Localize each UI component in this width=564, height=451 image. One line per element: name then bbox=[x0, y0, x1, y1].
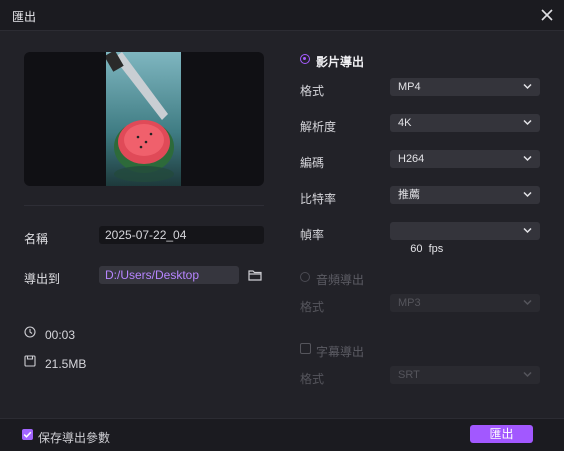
video-format-label: 格式 bbox=[300, 84, 325, 98]
audio-export-label: 音頻導出 bbox=[316, 273, 365, 287]
framerate-value: 60 fps bbox=[410, 243, 444, 255]
resolution-select[interactable]: 4K bbox=[390, 114, 540, 132]
subtitle-export-label: 字幕導出 bbox=[316, 345, 365, 359]
checkbox-checked-icon bbox=[23, 431, 32, 438]
codec-label: 編碼 bbox=[300, 156, 325, 170]
video-format-select[interactable]: MP4 bbox=[390, 78, 540, 96]
audio-format-value: MP3 bbox=[398, 297, 421, 309]
duration-value: 00:03 bbox=[45, 328, 76, 342]
subtitle-format-select[interactable]: SRT bbox=[390, 366, 540, 384]
save-params-checkbox[interactable] bbox=[22, 429, 33, 440]
dialog-title: 匯出 bbox=[12, 10, 37, 24]
close-icon bbox=[541, 9, 553, 21]
video-format-value: MP4 bbox=[398, 81, 421, 93]
resolution-value: 4K bbox=[398, 117, 412, 129]
file-size-icon bbox=[24, 355, 36, 367]
chevron-down-icon bbox=[523, 299, 532, 306]
title-bar: 匯出 bbox=[0, 0, 564, 31]
audio-export-radio[interactable] bbox=[300, 272, 310, 282]
codec-value: H264 bbox=[398, 153, 425, 165]
codec-select[interactable]: H264 bbox=[390, 150, 540, 168]
save-params-label: 保存導出參數 bbox=[38, 431, 111, 445]
framerate-select[interactable]: 60 fps bbox=[390, 222, 540, 255]
audio-format-select[interactable]: MP3 bbox=[390, 294, 540, 312]
framerate-label: 幀率 bbox=[300, 228, 325, 242]
video-export-radio[interactable] bbox=[300, 54, 310, 64]
name-label: 名稱 bbox=[24, 232, 49, 246]
clock-icon bbox=[24, 326, 36, 338]
chevron-down-icon bbox=[523, 83, 532, 90]
browse-folder-button[interactable] bbox=[246, 266, 264, 284]
resolution-label: 解析度 bbox=[300, 120, 337, 134]
subtitle-export-checkbox[interactable] bbox=[300, 343, 311, 354]
export-dialog: 匯出 名稱 2025-07-22_04 導出到 D:/Users/Desktop… bbox=[0, 0, 564, 451]
preview-thumbnail bbox=[106, 52, 181, 186]
export-button[interactable]: 匯出 bbox=[470, 425, 533, 443]
export-path-input[interactable]: D:/Users/Desktop bbox=[99, 266, 239, 284]
chevron-down-icon bbox=[523, 191, 532, 198]
bitrate-value: 推薦 bbox=[398, 189, 420, 201]
folder-icon bbox=[248, 270, 262, 281]
export-to-label: 導出到 bbox=[24, 272, 61, 286]
video-preview bbox=[24, 52, 264, 186]
audio-format-label: 格式 bbox=[300, 300, 325, 314]
file-size-value: 21.5MB bbox=[45, 357, 87, 371]
chevron-down-icon bbox=[523, 227, 532, 234]
bitrate-label: 比特率 bbox=[300, 192, 337, 206]
chevron-down-icon bbox=[523, 371, 532, 378]
chevron-down-icon bbox=[523, 119, 532, 126]
chevron-down-icon bbox=[523, 155, 532, 162]
name-input[interactable]: 2025-07-22_04 bbox=[99, 226, 264, 244]
subtitle-format-value: SRT bbox=[398, 369, 420, 381]
bitrate-select[interactable]: 推薦 bbox=[390, 186, 540, 204]
divider bbox=[24, 205, 264, 206]
subtitle-format-label: 格式 bbox=[300, 372, 325, 386]
close-button[interactable] bbox=[536, 4, 558, 26]
video-export-label: 影片導出 bbox=[316, 55, 365, 69]
